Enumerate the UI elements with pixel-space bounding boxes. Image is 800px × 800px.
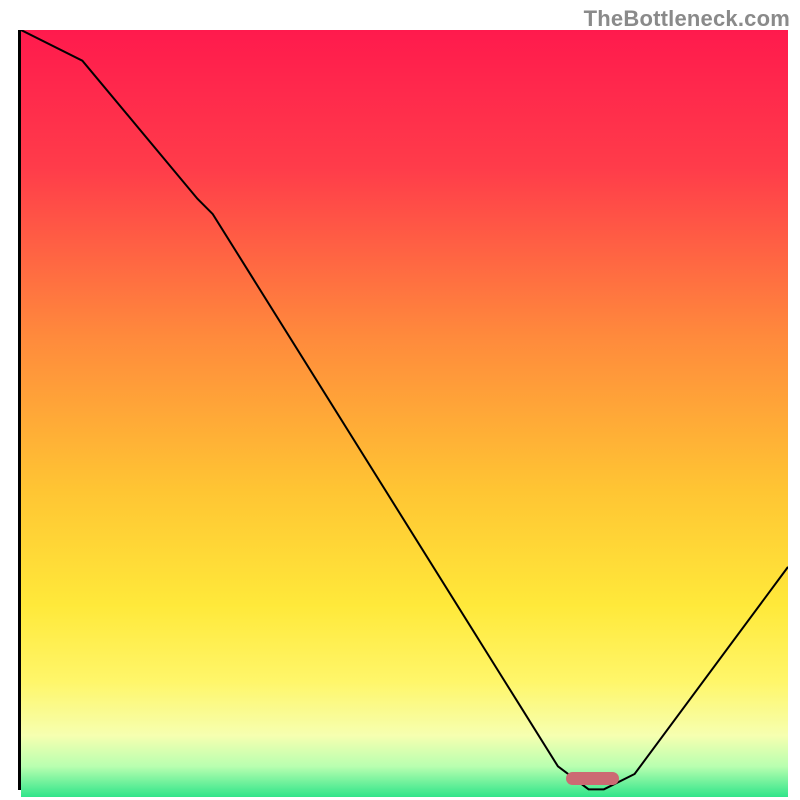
chart-curve [21, 30, 788, 797]
chart-plot-area [18, 30, 788, 790]
optimal-marker [566, 772, 620, 785]
watermark-text: TheBottleneck.com [584, 6, 790, 32]
